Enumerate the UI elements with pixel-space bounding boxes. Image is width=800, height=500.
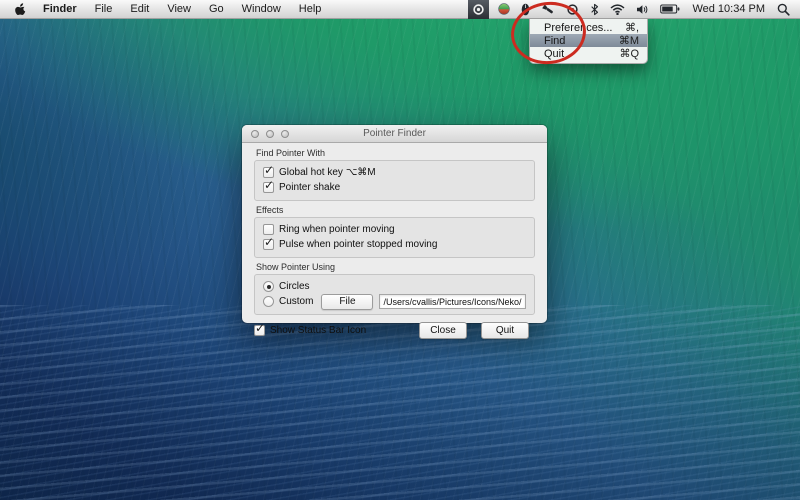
footer-buttons: Close Quit bbox=[419, 322, 529, 339]
custom-path-field[interactable] bbox=[379, 294, 526, 309]
flashlight-icon[interactable] bbox=[539, 0, 557, 19]
control-label: Ring when pointer moving bbox=[279, 224, 395, 235]
control-label: Custom bbox=[279, 296, 313, 307]
pointer-finder-window: Pointer Finder Find Pointer With ✓ Global … bbox=[242, 125, 547, 323]
footer-checkbox-row: ✓ Show Status Bar Icon bbox=[254, 323, 366, 338]
settings-section: Effects Ring when pointer moving ✓ Pulse wh… bbox=[254, 205, 535, 258]
menu-item-label: Find bbox=[544, 35, 565, 47]
section-label: Find Pointer With bbox=[256, 148, 535, 158]
menu-bar: FinderFileEditViewGoWindowHelp bbox=[0, 0, 800, 19]
menu-item-shortcut: ⌘M bbox=[619, 34, 639, 47]
control-row: ✓ Pulse when pointer stopped moving bbox=[263, 237, 526, 252]
traffic-lights bbox=[251, 130, 289, 138]
menu-item-find[interactable]: Find ⌘M bbox=[530, 34, 647, 47]
mouse-icon[interactable] bbox=[519, 0, 532, 19]
window-footer: ✓ Show Status Bar Icon Close Quit bbox=[254, 322, 535, 339]
spotlight-search-icon[interactable] bbox=[775, 0, 792, 19]
radio-checked[interactable] bbox=[263, 281, 274, 292]
control-label: Show Status Bar Icon bbox=[270, 325, 366, 336]
status-dropdown: Preferences... ⌘, Find ⌘M Quit ⌘Q bbox=[529, 19, 648, 64]
close-button[interactable]: Close bbox=[419, 322, 467, 339]
section-label: Effects bbox=[256, 205, 535, 215]
checkbox-checked[interactable]: ✓ bbox=[263, 239, 274, 250]
battery-icon[interactable] bbox=[658, 0, 682, 19]
menu-help[interactable]: Help bbox=[290, 3, 331, 15]
control-label: Pointer shake bbox=[279, 182, 340, 193]
checkbox-checked[interactable]: ✓ bbox=[263, 167, 274, 178]
menu-finder[interactable]: Finder bbox=[34, 3, 86, 15]
control-row: Circles bbox=[263, 279, 526, 294]
pointer-finder-target-icon[interactable] bbox=[468, 0, 489, 19]
window-sections: Find Pointer With ✓ Global hot key ⌥⌘M ✓ Poi… bbox=[254, 148, 535, 319]
close-window-button[interactable] bbox=[251, 130, 259, 138]
menu-bar-left: FinderFileEditViewGoWindowHelp bbox=[8, 3, 330, 16]
window-titlebar[interactable]: Pointer Finder bbox=[242, 125, 547, 143]
settings-section: Show Pointer Using Circles Custom File bbox=[254, 262, 535, 315]
menu-file[interactable]: File bbox=[86, 3, 122, 15]
menu-view[interactable]: View bbox=[158, 3, 200, 15]
menu-window[interactable]: Window bbox=[233, 3, 290, 15]
control-label: Global hot key ⌥⌘M bbox=[279, 167, 376, 178]
group-box: ✓ Global hot key ⌥⌘M ✓ Pointer shake bbox=[254, 160, 535, 201]
control-label: Pulse when pointer stopped moving bbox=[279, 239, 437, 250]
checkbox-unchecked[interactable] bbox=[263, 224, 274, 235]
desktop-wallpaper[interactable]: FinderFileEditViewGoWindowHelp bbox=[0, 0, 800, 500]
menu-item-label: Quit bbox=[544, 48, 564, 60]
menu-item-shortcut: ⌘Q bbox=[619, 47, 639, 60]
control-label: Circles bbox=[279, 281, 310, 292]
file-button[interactable]: File bbox=[321, 294, 373, 310]
checkmark-icon: ✓ bbox=[264, 178, 274, 192]
menu-bar-right: Wed 10:34 PM bbox=[468, 0, 792, 19]
target-icon[interactable] bbox=[564, 0, 581, 19]
control-row: ✓ Global hot key ⌥⌘M bbox=[263, 165, 526, 180]
bluetooth-icon[interactable] bbox=[588, 0, 601, 19]
control-row: Custom File bbox=[263, 294, 526, 309]
quit-button[interactable]: Quit bbox=[481, 322, 529, 339]
menu-item-label: Preferences... bbox=[544, 22, 612, 34]
control-row: ✓ Pointer shake bbox=[263, 180, 526, 195]
menu-bar-clock[interactable]: Wed 10:34 PM bbox=[689, 3, 768, 15]
window-content: Find Pointer With ✓ Global hot key ⌥⌘M ✓ Poi… bbox=[242, 143, 547, 347]
checkbox-checked[interactable]: ✓ bbox=[263, 182, 274, 193]
menu-item-quit[interactable]: Quit ⌘Q bbox=[530, 47, 647, 60]
menu-go[interactable]: Go bbox=[200, 3, 233, 15]
radio-dot-icon bbox=[267, 285, 271, 289]
minimize-window-button[interactable] bbox=[266, 130, 274, 138]
menu-edit[interactable]: Edit bbox=[121, 3, 158, 15]
window-title: Pointer Finder bbox=[363, 128, 426, 139]
menu-item-shortcut: ⌘, bbox=[625, 21, 639, 34]
apple-menu-icon[interactable] bbox=[8, 3, 34, 16]
volume-icon[interactable] bbox=[634, 0, 651, 19]
group-box: Circles Custom File bbox=[254, 274, 535, 315]
section-label: Show Pointer Using bbox=[256, 262, 535, 272]
control-row: Ring when pointer moving bbox=[263, 222, 526, 237]
menu-item-preferences[interactable]: Preferences... ⌘, bbox=[530, 21, 647, 34]
checkmark-icon: ✓ bbox=[264, 163, 274, 177]
checkmark-icon: ✓ bbox=[264, 235, 274, 249]
neko-app-icon[interactable] bbox=[496, 0, 512, 19]
wifi-icon[interactable] bbox=[608, 0, 627, 19]
zoom-window-button[interactable] bbox=[281, 130, 289, 138]
checkmark-icon: ✓ bbox=[255, 321, 265, 335]
group-box: Ring when pointer moving ✓ Pulse when poin… bbox=[254, 217, 535, 258]
menu-bar-items: FinderFileEditViewGoWindowHelp bbox=[34, 3, 330, 15]
radio-unchecked[interactable] bbox=[263, 296, 274, 307]
settings-section: Find Pointer With ✓ Global hot key ⌥⌘M ✓ Poi… bbox=[254, 148, 535, 201]
control-row: ✓ Show Status Bar Icon bbox=[254, 323, 366, 338]
checkbox-checked[interactable]: ✓ bbox=[254, 325, 265, 336]
